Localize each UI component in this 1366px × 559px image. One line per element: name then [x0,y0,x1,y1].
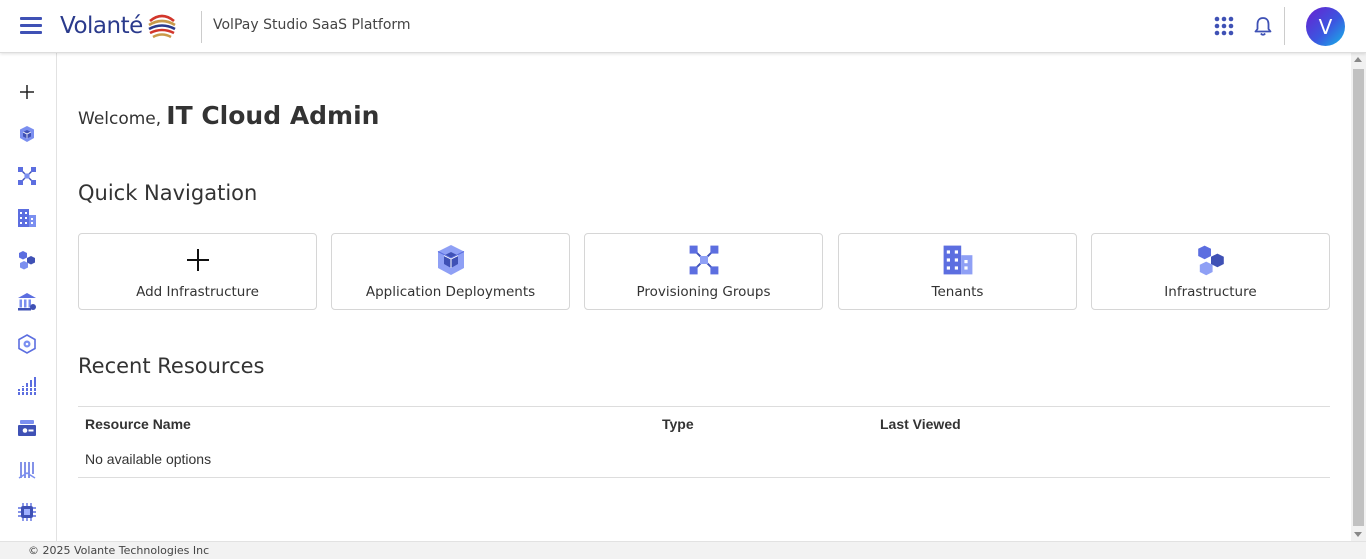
apps-grid-icon[interactable] [1214,16,1234,36]
column-header-last-viewed[interactable]: Last Viewed [880,416,961,432]
app-header: Volanté VolPay Studio SaaS Platform V [0,0,1366,53]
header-divider [201,11,202,43]
application-deployments-icon [20,126,34,142]
quick-nav-infrastructure[interactable]: Infrastructure [1091,233,1330,310]
quick-nav-provisioning-groups[interactable]: Provisioning Groups [584,233,823,310]
card-label: Application Deployments [365,284,536,300]
scroll-up-arrow-icon[interactable] [1354,57,1362,62]
provisioning-groups-icon [689,245,718,275]
table-empty-message: No available options [85,451,212,467]
welcome-user-name: IT Cloud Admin [166,101,380,130]
plus-icon [186,249,209,271]
table-divider [78,477,1330,478]
infrastructure-icon [19,251,35,270]
welcome-heading: Welcome, IT Cloud Admin [78,101,379,130]
card-label: Provisioning Groups [636,284,771,300]
tenants-icon [943,245,972,275]
bell-icon[interactable] [1252,15,1274,37]
menu-icon[interactable] [20,17,42,35]
recent-resources-table: Resource Name Type Last Viewed No availa… [78,406,1330,478]
sidebar-item-infrastructure[interactable] [16,249,38,271]
provisioning-groups-icon [18,167,36,185]
storage-icon [18,420,36,436]
analytics-icon [17,377,37,395]
footer: © 2025 Volante Technologies Inc [0,541,1366,559]
copyright-text: © 2025 Volante Technologies Inc [28,544,210,557]
sidebar-item-bank[interactable] [16,291,38,313]
sidebar-item-tenants[interactable] [16,207,38,229]
sidebar [0,53,57,541]
sidebar-item-application-deployments[interactable] [16,123,38,145]
recent-resources-title: Recent Resources [78,354,265,378]
quick-nav-application-deployments[interactable]: Application Deployments [331,233,570,310]
sidebar-item-storage[interactable] [16,417,38,439]
logo-mark-icon [148,14,176,39]
infrastructure-icon [1197,245,1224,276]
avatar[interactable]: V [1306,7,1345,46]
card-label: Tenants [931,284,984,300]
header-divider [1284,7,1285,45]
sidebar-item-analytics[interactable] [16,375,38,397]
column-header-type[interactable]: Type [662,416,694,432]
vertical-scrollbar[interactable] [1351,53,1366,541]
sidebar-item-settings-cube[interactable] [16,333,38,355]
scroll-thumb[interactable] [1353,69,1364,526]
card-label: Infrastructure [1164,284,1257,300]
quick-nav-tenants[interactable]: Tenants [838,233,1077,310]
bank-icon [18,293,36,311]
welcome-prefix: Welcome, [78,109,162,129]
column-header-resource-name[interactable]: Resource Name [85,416,191,432]
sidebar-item-provisioning-groups[interactable] [16,165,38,187]
sidebar-item-ledger[interactable] [16,459,38,481]
quick-nav-add-infrastructure[interactable]: Add Infrastructure [78,233,317,310]
settings-cube-icon [18,334,36,354]
card-label: Add Infrastructure [136,284,259,300]
quick-navigation-title: Quick Navigation [78,181,258,205]
logo[interactable]: Volanté [60,10,177,42]
plus-icon [20,85,34,99]
sidebar-item-add[interactable] [16,81,38,103]
sidebar-item-chip[interactable] [16,501,38,523]
table-divider [78,406,1330,407]
app-title: VolPay Studio SaaS Platform [213,17,411,33]
main-content: Welcome, IT Cloud Admin Quick Navigation… [58,53,1351,541]
scroll-down-arrow-icon[interactable] [1354,532,1362,537]
tenants-icon [18,209,36,227]
chip-icon [18,503,36,521]
ledger-icon [18,462,36,479]
application-deployments-icon [437,245,464,275]
logo-text: Volanté [60,13,143,39]
